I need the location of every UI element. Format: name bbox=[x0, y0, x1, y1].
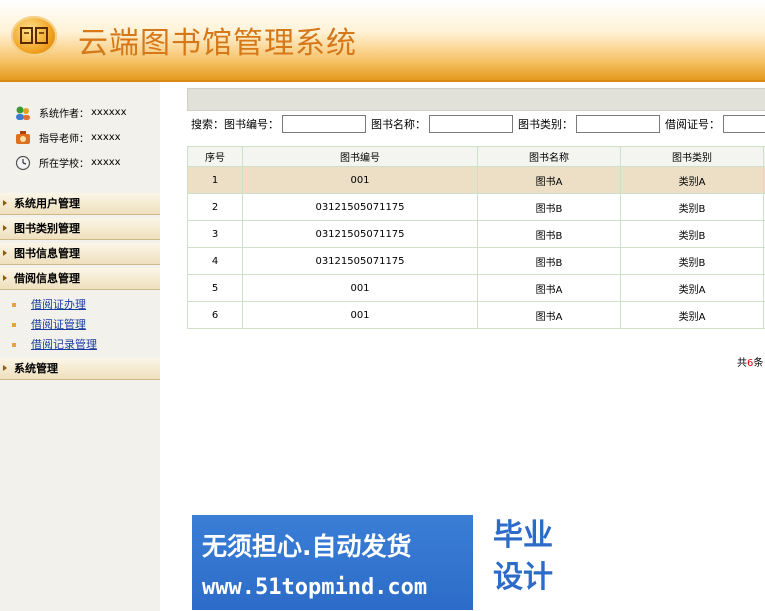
teacher-icon bbox=[14, 130, 32, 146]
search-bar: 搜索： 图书编号： 图书名称： 图书类别： 借阅证号： bbox=[191, 114, 765, 134]
pager-suffix: 条 bbox=[753, 358, 764, 369]
table-cell: 图书B bbox=[477, 220, 621, 248]
column-header: 图书名称 bbox=[477, 146, 621, 167]
table-cell: 图书B bbox=[477, 193, 621, 221]
menu-item-book-categories[interactable]: 图书类别管理 bbox=[0, 218, 160, 240]
menu-item-borrow-info[interactable]: 借阅信息管理 bbox=[0, 268, 160, 290]
table-cell: 类别B bbox=[620, 220, 764, 248]
app-title: 云端图书馆管理系统 bbox=[78, 26, 357, 61]
table-cell: 001 bbox=[242, 274, 478, 302]
table-cell: 类别A bbox=[620, 166, 764, 194]
link-card-apply[interactable]: 借阅证办理 bbox=[31, 298, 86, 311]
menu-item-book-info[interactable]: 图书信息管理 bbox=[0, 243, 160, 265]
info-value: xxxxx bbox=[91, 157, 121, 168]
watermark-banner: 无须担心.自动发货 www.51topmind.com 毕业 设计 bbox=[192, 515, 573, 610]
table-cell: 5 bbox=[187, 274, 243, 302]
card-number-label: 借阅证号： bbox=[665, 118, 720, 131]
table-cell: 03121505071175 bbox=[242, 220, 478, 248]
table-row[interactable]: 1 001 图书A 类别A bbox=[187, 166, 765, 194]
submenu-item: 借阅证办理 bbox=[0, 295, 160, 315]
table-cell: 类别A bbox=[620, 274, 764, 302]
table-row[interactable]: 4 03121505071175 图书B 类别B bbox=[187, 247, 765, 275]
submenu-borrow-info: 借阅证办理 借阅证管理 借阅记录管理 bbox=[0, 293, 160, 358]
banner-badge: 毕业 设计 bbox=[473, 515, 573, 610]
author-info: 系统作者： xxxxxx 指导老师： xxxxx 所在学校： xxxxx bbox=[14, 100, 160, 175]
submenu-item: 借阅证管理 bbox=[0, 315, 160, 335]
toolbar-strip bbox=[187, 88, 765, 111]
info-row-teacher: 指导老师： xxxxx bbox=[14, 125, 160, 150]
table-row[interactable]: 3 03121505071175 图书B 类别B bbox=[187, 220, 765, 248]
menu-item-system-management[interactable]: 系统管理 bbox=[0, 358, 160, 380]
table-cell: 类别B bbox=[620, 193, 764, 221]
book-name-input[interactable] bbox=[429, 115, 513, 133]
school-icon bbox=[14, 155, 32, 171]
submenu-item: 借阅记录管理 bbox=[0, 335, 160, 355]
table-cell: 图书A bbox=[477, 274, 621, 302]
banner-badge-line2: 设计 bbox=[493, 560, 553, 595]
banner-url: www.51topmind.com bbox=[202, 575, 428, 600]
table-cell: 03121505071175 bbox=[242, 247, 478, 275]
info-label: 指导老师： bbox=[39, 134, 89, 145]
info-value: xxxxx bbox=[91, 132, 121, 143]
link-borrow-records[interactable]: 借阅记录管理 bbox=[31, 338, 97, 351]
table-cell: 3 bbox=[187, 220, 243, 248]
table-cell: 4 bbox=[187, 247, 243, 275]
table-row[interactable]: 2 03121505071175 图书B 类别B bbox=[187, 193, 765, 221]
search-prefix: 搜索： bbox=[191, 118, 224, 131]
info-value: xxxxxx bbox=[91, 107, 127, 118]
table-cell: 1 bbox=[187, 166, 243, 194]
book-id-label: 图书编号： bbox=[224, 118, 279, 131]
users-icon bbox=[14, 105, 32, 121]
table-row[interactable]: 5 001 图书A 类别A bbox=[187, 274, 765, 302]
table-cell: 03121505071175 bbox=[242, 193, 478, 221]
book-type-input[interactable] bbox=[576, 115, 660, 133]
info-label: 所在学校： bbox=[39, 159, 89, 170]
header: 云端图书馆管理系统 bbox=[0, 0, 765, 82]
table-row[interactable]: 6 001 图书A 类别A bbox=[187, 301, 765, 329]
column-header: 图书编号 bbox=[242, 146, 478, 167]
pager-total: 共6条 bbox=[737, 354, 763, 369]
logo-icon bbox=[11, 16, 57, 56]
banner-slogan: 无须担心.自动发货 bbox=[202, 532, 412, 561]
sidebar-menu: 系统用户管理 图书类别管理 图书信息管理 借阅信息管理 借阅证办理 借阅证管理 … bbox=[0, 193, 160, 383]
book-type-label: 图书类别： bbox=[518, 118, 573, 131]
book-table: 序号 图书编号 图书名称 图书类别 1 001 图书A 类别A 2 031215… bbox=[187, 146, 765, 329]
table-header-row: 序号 图书编号 图书名称 图书类别 bbox=[187, 146, 765, 167]
table-cell: 2 bbox=[187, 193, 243, 221]
banner-badge-line1: 毕业 bbox=[493, 518, 553, 553]
column-header: 图书类别 bbox=[620, 146, 764, 167]
book-id-input[interactable] bbox=[282, 115, 366, 133]
sidebar: 系统作者： xxxxxx 指导老师： xxxxx 所在学校： xxxxx 系统用… bbox=[0, 82, 160, 611]
link-card-manage[interactable]: 借阅证管理 bbox=[31, 318, 86, 331]
info-label: 系统作者： bbox=[39, 109, 89, 120]
column-header: 序号 bbox=[187, 146, 243, 167]
table-cell: 001 bbox=[242, 166, 478, 194]
table-cell: 类别A bbox=[620, 301, 764, 329]
table-cell: 图书A bbox=[477, 166, 621, 194]
menu-item-system-users[interactable]: 系统用户管理 bbox=[0, 193, 160, 215]
table-cell: 图书A bbox=[477, 301, 621, 329]
table-cell: 6 bbox=[187, 301, 243, 329]
table-cell: 图书B bbox=[477, 247, 621, 275]
card-number-input[interactable] bbox=[723, 115, 765, 133]
table-cell: 001 bbox=[242, 301, 478, 329]
book-name-label: 图书名称： bbox=[371, 118, 426, 131]
pager-prefix: 共 bbox=[737, 358, 747, 369]
table-cell: 类别B bbox=[620, 247, 764, 275]
info-row-author: 系统作者： xxxxxx bbox=[14, 100, 160, 125]
info-row-school: 所在学校： xxxxx bbox=[14, 150, 160, 175]
